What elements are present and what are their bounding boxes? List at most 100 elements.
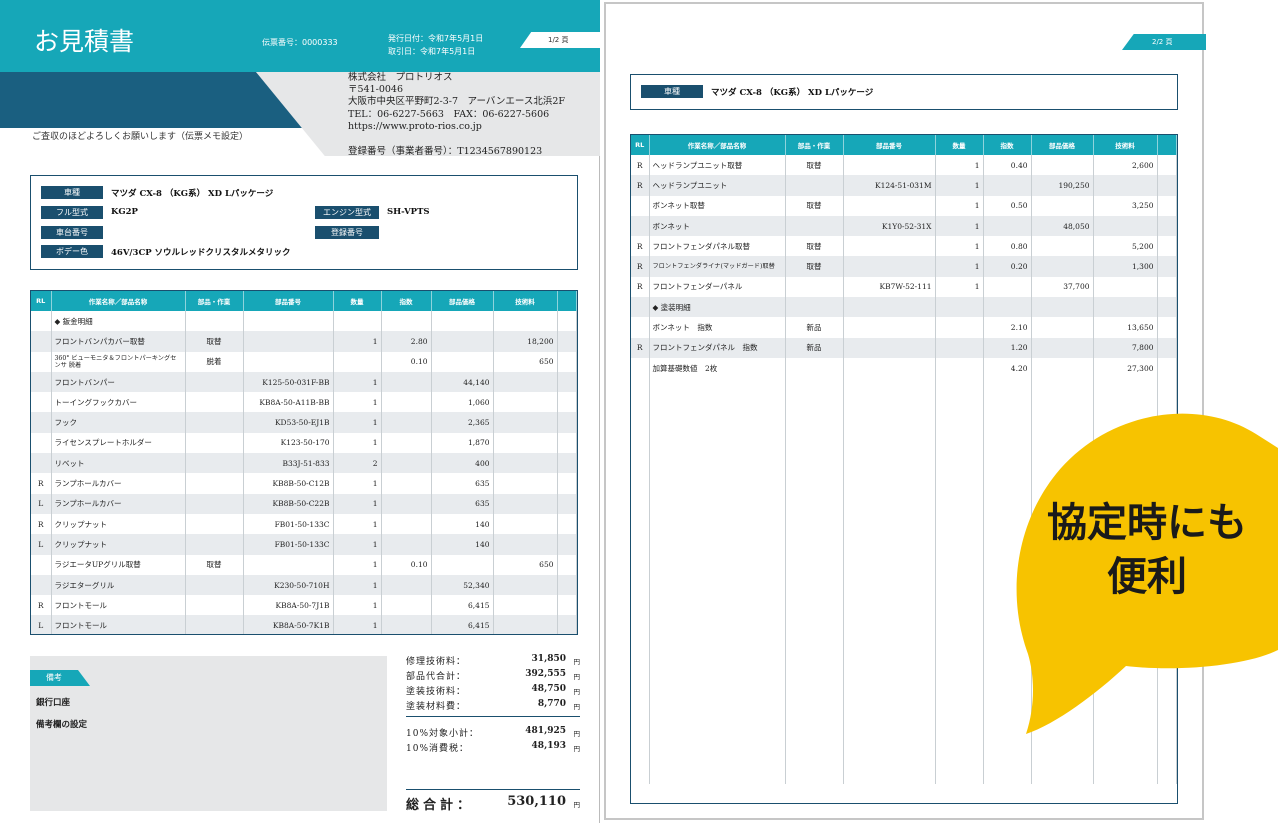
table-cell bbox=[1093, 297, 1158, 318]
table-cell bbox=[333, 351, 382, 372]
table-cell bbox=[493, 453, 558, 474]
company-address: 大阪市中央区平野町2-3-7 アーバンエース北浜2F bbox=[348, 96, 566, 108]
column-header-spacer bbox=[557, 291, 577, 311]
table-cell: ランプホールカバー bbox=[51, 493, 186, 514]
remarks-panel: 備考 銀行口座 備考欄の設定 bbox=[30, 656, 387, 811]
table-cell: 1 bbox=[333, 412, 382, 433]
table-cell: 6,415 bbox=[431, 595, 494, 616]
empty-cell bbox=[631, 682, 650, 704]
column-header: 技術料 bbox=[493, 291, 558, 311]
column-header: 作業名称／部品名称 bbox=[51, 291, 186, 311]
table-cell: KB8A-50-7K1B bbox=[243, 615, 334, 634]
table-cell bbox=[431, 554, 494, 575]
table-cell: K230-50-710H bbox=[243, 574, 334, 596]
grand-total-row: 総合計： 530,110 円 bbox=[406, 794, 580, 816]
table-row: ボンネット K1Y0-52-31X 1 48,050 bbox=[631, 215, 1177, 237]
table-row: R クリップナット FB01-50-133C 1 140 bbox=[31, 513, 577, 535]
empty-cell bbox=[785, 540, 844, 561]
empty-cell bbox=[1031, 743, 1094, 764]
empty-cell bbox=[649, 621, 786, 643]
empty-cell bbox=[785, 682, 844, 704]
table-cell bbox=[243, 331, 334, 352]
table-cell bbox=[381, 432, 432, 454]
empty-cell bbox=[935, 662, 984, 683]
table-row: R フロントフェンダパネル取替 取替 1 0.80 5,200 bbox=[631, 236, 1177, 257]
table-cell bbox=[1031, 256, 1094, 277]
table-cell bbox=[493, 574, 558, 596]
empty-cell bbox=[631, 601, 650, 622]
empty-cell bbox=[843, 398, 936, 419]
table-cell-spacer bbox=[557, 473, 577, 494]
empty-cell bbox=[631, 642, 650, 663]
empty-cell bbox=[843, 621, 936, 643]
column-header: 部品・作業 bbox=[785, 135, 844, 155]
table-cell: 取替 bbox=[185, 554, 244, 575]
table-cell: 取替 bbox=[785, 155, 844, 176]
empty-cell bbox=[935, 398, 984, 419]
table-cell: KB7W-52-111 bbox=[843, 276, 936, 298]
color-label: ボデー色 bbox=[41, 245, 103, 258]
table-row: R ヘッドランプユニット取替 取替 1 0.40 2,600 bbox=[631, 155, 1177, 176]
table-row: ボンネット 指数 新品 2.10 13,650 bbox=[631, 317, 1177, 338]
table-cell: 18,200 bbox=[493, 331, 558, 352]
empty-cell bbox=[785, 560, 844, 582]
callout-line-2: 便利 bbox=[1107, 554, 1187, 600]
empty-cell bbox=[631, 763, 650, 785]
table-cell: K1Y0-52-31X bbox=[843, 215, 936, 237]
table-cell: 13,650 bbox=[1093, 317, 1158, 338]
estimate-page-1: お見積書 伝票番号：0000333 発行日付：令和7年5月1日 取引日：令和7年… bbox=[0, 0, 600, 823]
reg-label: 登録番号 bbox=[315, 226, 379, 239]
engine-value: SH-VPTS bbox=[387, 207, 430, 217]
table-cell bbox=[31, 331, 52, 352]
table-cell bbox=[935, 357, 984, 379]
empty-cell bbox=[785, 439, 844, 460]
table-cell: 脱着 bbox=[185, 351, 244, 372]
table-cell bbox=[983, 215, 1032, 237]
table-cell: FB01-50-133C bbox=[243, 534, 334, 555]
yen-unit: 円 bbox=[573, 801, 581, 809]
yen-unit: 円 bbox=[573, 703, 581, 711]
table-cell bbox=[185, 595, 244, 616]
table-cell bbox=[31, 311, 52, 332]
empty-cell bbox=[935, 703, 984, 724]
table-cell-spacer bbox=[557, 554, 577, 575]
table-cell: R bbox=[631, 337, 650, 358]
table-cell-spacer bbox=[557, 595, 577, 616]
empty-cell bbox=[1157, 763, 1177, 785]
yen-unit: 円 bbox=[573, 745, 581, 753]
empty-cell bbox=[785, 418, 844, 440]
table-cell bbox=[631, 317, 650, 338]
table-cell bbox=[843, 236, 936, 257]
table-cell: KB8B-50-C12B bbox=[243, 473, 334, 494]
table-cell: ライセンスプレートホルダー bbox=[51, 432, 186, 454]
table-cell bbox=[381, 371, 432, 393]
table-cell: 1 bbox=[935, 195, 984, 216]
table-cell bbox=[31, 351, 52, 372]
table-cell-spacer bbox=[557, 432, 577, 454]
empty-cell bbox=[649, 703, 786, 724]
table-cell bbox=[1031, 155, 1094, 176]
table-cell: L bbox=[31, 534, 52, 555]
empty-cell bbox=[843, 662, 936, 683]
totals-divider bbox=[406, 716, 580, 717]
table-cell bbox=[381, 534, 432, 555]
table-cell-spacer bbox=[557, 392, 577, 413]
empty-cell bbox=[1031, 378, 1094, 399]
empty-cell bbox=[631, 418, 650, 440]
empty-cell bbox=[935, 500, 984, 521]
table-row: ラジエターグリル K230-50-710H 1 52,340 bbox=[31, 574, 577, 596]
empty-cell bbox=[1093, 378, 1158, 399]
table-cell-spacer bbox=[557, 331, 577, 352]
table-cell: 5,200 bbox=[1093, 236, 1158, 257]
table-cell bbox=[935, 337, 984, 358]
table-cell bbox=[243, 311, 334, 332]
table-cell: リベット bbox=[51, 453, 186, 474]
table-cell bbox=[333, 311, 382, 332]
tax-value: 48,193 bbox=[531, 741, 566, 751]
table-cell bbox=[381, 574, 432, 596]
empty-cell bbox=[935, 520, 984, 541]
empty-cell bbox=[843, 540, 936, 561]
empty-cell bbox=[631, 723, 650, 744]
header-accent bbox=[0, 72, 305, 128]
table-cell bbox=[1031, 236, 1094, 257]
